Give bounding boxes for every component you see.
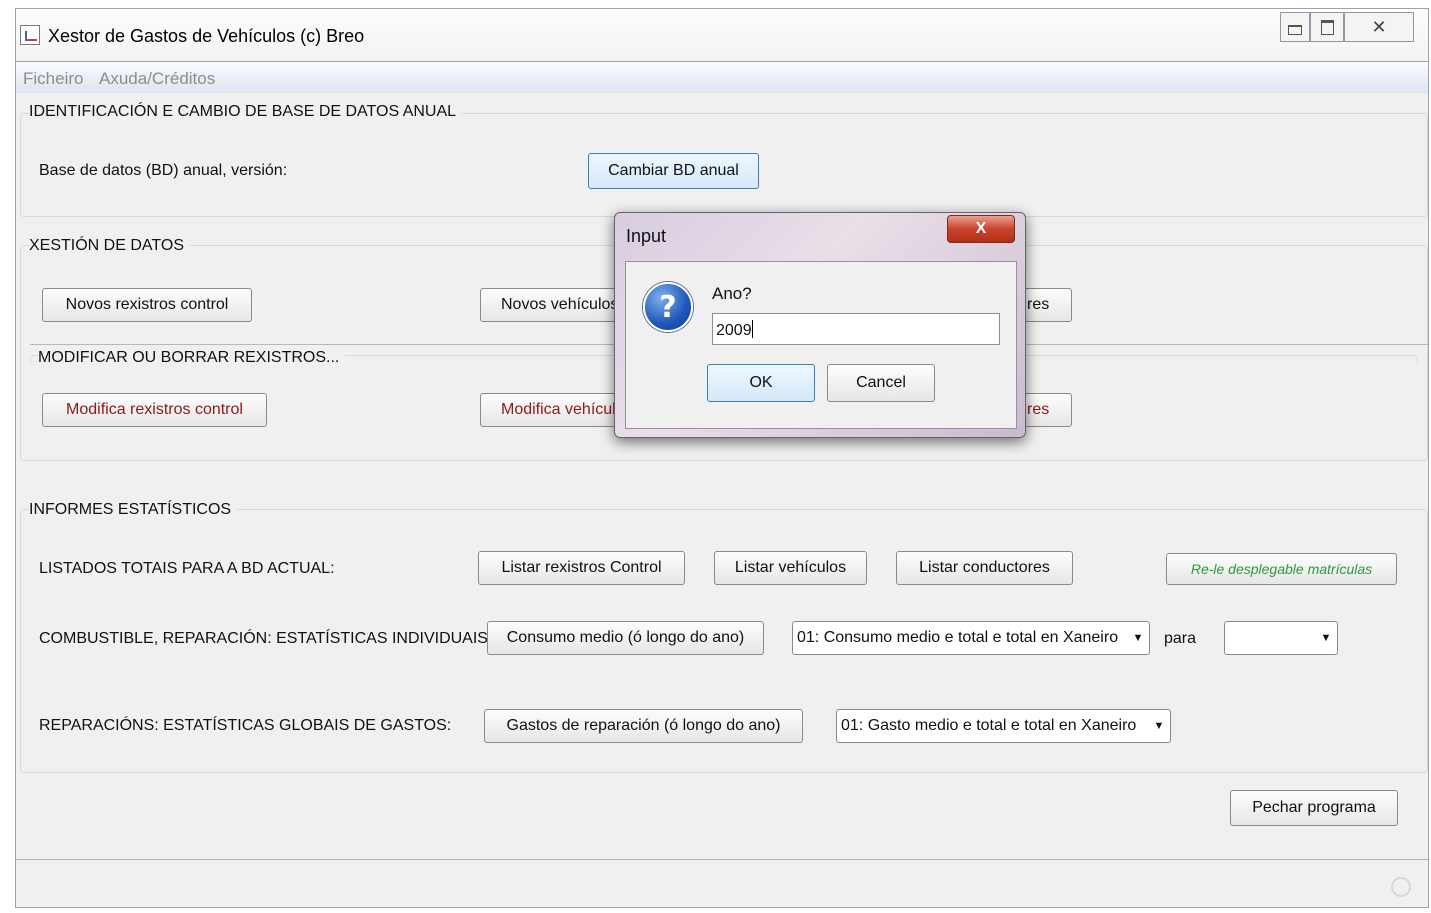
- repair-costs-button[interactable]: Gastos de reparación (ó longo do ano): [484, 709, 803, 743]
- close-program-button[interactable]: Pechar programa: [1230, 790, 1398, 826]
- chevron-down-icon: ▼: [1320, 632, 1332, 644]
- fuel-stat-select[interactable]: 01: Consumo medio e total e total en Xan…: [792, 621, 1150, 655]
- chevron-down-icon: ▼: [1153, 720, 1165, 732]
- section-title-identificacion: IDENTIFICACIÓN E CAMBIO DE BASE DE DATOS…: [29, 103, 463, 121]
- totals-label: LISTADOS TOTAIS PARA A BD ACTUAL:: [39, 560, 335, 577]
- maximize-button[interactable]: [1310, 12, 1344, 42]
- section-title-modificar: MODIFICAR OU BORRAR REXISTROS...: [38, 349, 346, 367]
- menu-axuda[interactable]: Axuda/Créditos: [99, 69, 215, 89]
- menu-ficheiro[interactable]: Ficheiro: [23, 69, 83, 89]
- section-title-xestion: XESTIÓN DE DATOS: [29, 237, 190, 255]
- menu-bar: Ficheiro Axuda/Créditos: [16, 61, 1428, 93]
- repair-stat-select[interactable]: 01: Gasto medio e total e total en Xanei…: [836, 709, 1171, 743]
- repair-stat-value: 01: Gasto medio e total e total en Xanei…: [841, 717, 1137, 734]
- section-title-informes: INFORMES ESTATÍSTICOS: [29, 501, 238, 519]
- status-bar-divider: [16, 859, 1428, 860]
- close-icon: ✕: [1371, 16, 1387, 37]
- db-version-label: Base de datos (BD) anual, versión:: [39, 162, 288, 179]
- para-label: para: [1164, 630, 1197, 647]
- plate-select[interactable]: ▼: [1224, 621, 1338, 655]
- reload-plates-button[interactable]: Re-le desplegable matrículas: [1166, 553, 1397, 585]
- modify-control-button[interactable]: Modifica rexistros control: [42, 393, 267, 427]
- main-window: Xestor de Gastos de Vehículos (c) Breo ✕…: [15, 8, 1429, 908]
- maximize-icon: [1320, 19, 1334, 35]
- list-vehicles-button[interactable]: Listar vehículos: [714, 551, 867, 585]
- list-drivers-button[interactable]: Listar conductores: [896, 551, 1073, 585]
- year-input-value: 2009: [716, 322, 752, 339]
- dialog-close-button[interactable]: X: [947, 215, 1015, 243]
- fuel-stat-value: 01: Consumo medio e total e total en Xan…: [797, 629, 1119, 646]
- list-control-button[interactable]: Listar rexistros Control: [478, 551, 685, 585]
- avg-consumption-button[interactable]: Consumo medio (ó longo do ano): [487, 621, 764, 655]
- window-close-button[interactable]: ✕: [1344, 12, 1414, 42]
- chevron-down-icon: ▼: [1132, 632, 1144, 644]
- new-control-button[interactable]: Novos rexistros control: [42, 288, 252, 322]
- year-input[interactable]: 2009: [712, 313, 1000, 345]
- busy-indicator-icon: [1391, 877, 1411, 897]
- close-icon: X: [975, 220, 987, 237]
- window-title: Xestor de Gastos de Vehículos (c) Breo: [48, 26, 365, 46]
- minimize-icon: [1288, 25, 1302, 35]
- java-cup-icon: [20, 25, 40, 45]
- dialog-body: ? Ano? 2009 OK Cancel: [625, 261, 1017, 429]
- ok-button[interactable]: OK: [707, 364, 815, 402]
- fuel-stats-label: COMBUSTIBLE, REPARACIÓN: ESTATÍSTICAS IN…: [39, 630, 493, 647]
- title-bar: Xestor de Gastos de Vehículos (c) Breo ✕: [16, 9, 1428, 61]
- input-dialog: Input X ? Ano? 2009 OK Cancel: [614, 212, 1026, 438]
- dialog-title: Input: [626, 226, 667, 246]
- minimize-button[interactable]: [1280, 12, 1310, 42]
- question-icon: ?: [643, 282, 693, 332]
- text-caret: [751, 320, 753, 338]
- cancel-button[interactable]: Cancel: [827, 364, 935, 402]
- repair-stats-label: REPARACIÓNS: ESTATÍSTICAS GLOBAIS DE GAS…: [39, 717, 452, 734]
- change-db-button[interactable]: Cambiar BD anual: [588, 153, 759, 189]
- dialog-prompt: Ano?: [712, 284, 752, 303]
